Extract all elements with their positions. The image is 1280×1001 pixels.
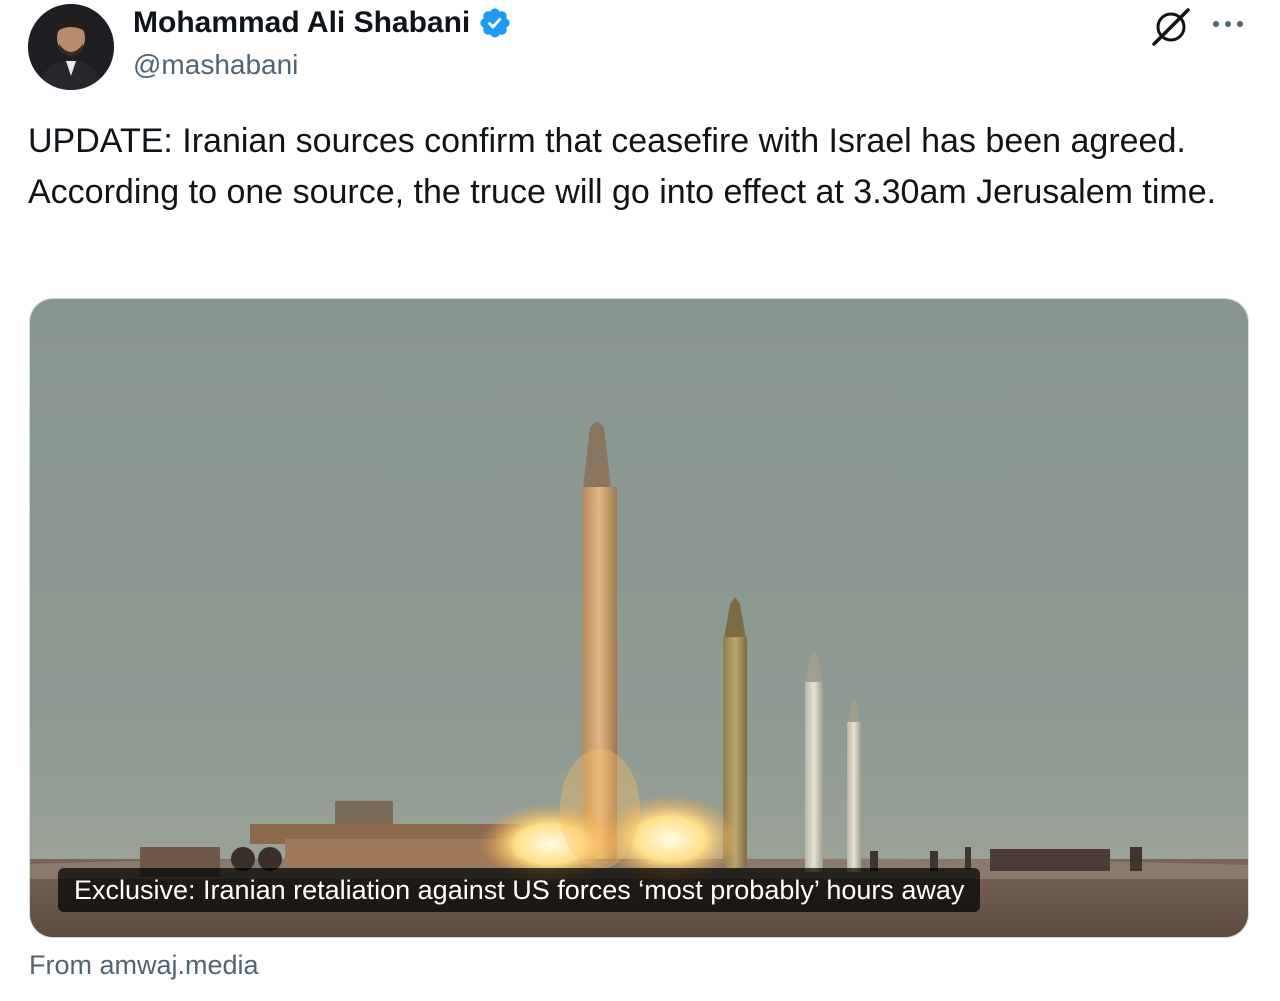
author-avatar[interactable] xyxy=(28,4,114,90)
tweet-text: UPDATE: Iranian sources confirm that cea… xyxy=(28,122,1217,211)
author-handle[interactable]: @mashabani xyxy=(133,47,298,83)
link-card-caption: Exclusive: Iranian retaliation against U… xyxy=(58,868,981,912)
avatar-image xyxy=(28,4,114,90)
missile-launch-photo xyxy=(30,299,1248,937)
link-card[interactable]: Exclusive: Iranian retaliation against U… xyxy=(29,298,1249,938)
link-card-source[interactable]: From amwaj.media xyxy=(29,947,259,983)
grok-icon[interactable] xyxy=(1150,6,1192,48)
verified-badge-icon xyxy=(480,8,510,38)
author-name[interactable]: Mohammad Ali Shabani xyxy=(133,5,512,41)
author-name-text: Mohammad Ali Shabani xyxy=(133,6,471,39)
more-options-icon[interactable] xyxy=(1208,10,1248,38)
